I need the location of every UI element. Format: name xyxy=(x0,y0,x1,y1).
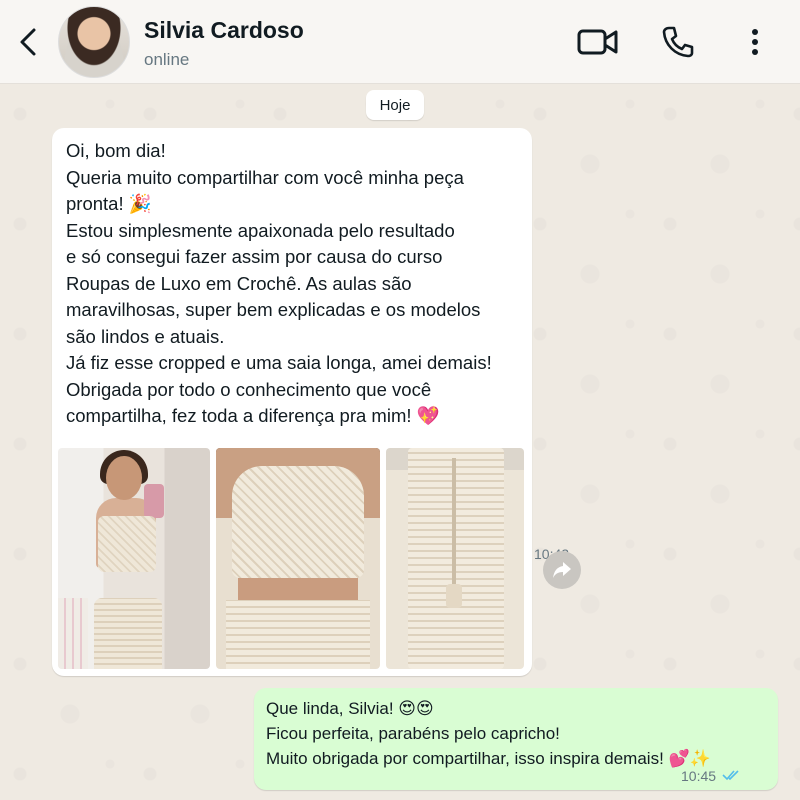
message-line: Que linda, Silvia! 😍😍 xyxy=(266,699,434,718)
message-line: pronta! 🎉 xyxy=(66,193,152,214)
forward-button[interactable] xyxy=(543,551,581,589)
video-call-button[interactable] xyxy=(574,22,622,62)
forward-icon xyxy=(553,562,571,578)
outgoing-message-text: Que linda, Silvia! 😍😍 Ficou perfeita, pa… xyxy=(266,696,776,771)
message-line: compartilha, fez toda a diferença pra mi… xyxy=(66,405,440,426)
back-arrow-icon xyxy=(20,28,36,56)
chat-header: Silvia Cardoso online xyxy=(0,0,800,84)
crochet-long-skirt-photo[interactable] xyxy=(386,448,524,669)
outgoing-message-time: 10:45 xyxy=(681,768,717,784)
read-ticks-icon xyxy=(722,770,739,781)
contact-status: online xyxy=(144,50,190,69)
message-line: Queria muito compartilhar com você minha… xyxy=(66,166,464,188)
date-separator: Hoje xyxy=(366,90,424,120)
message-line: Roupas de Luxo em Crochê. As aulas são xyxy=(66,272,412,294)
outgoing-message-bubble[interactable]: Que linda, Silvia! 😍😍 Ficou perfeita, pa… xyxy=(254,688,778,790)
phone-icon xyxy=(662,26,694,58)
contact-name[interactable]: Silvia Cardoso xyxy=(144,17,304,44)
message-line: e só consegui fazer assim por causa do c… xyxy=(66,246,443,267)
message-line: são lindos e atuais. xyxy=(66,325,225,347)
video-call-icon xyxy=(577,29,618,55)
incoming-message-bubble[interactable]: Oi, bom dia! Queria muito compartilhar c… xyxy=(52,128,569,676)
message-line: Ficou perfeita, parabéns pelo capricho! xyxy=(266,724,560,743)
contact-avatar[interactable] xyxy=(58,6,130,78)
message-line: Obrigada por todo o conhecimento que voc… xyxy=(66,378,432,400)
message-line: maravilhosas, super bem explicadas e os … xyxy=(66,299,481,320)
mirror-selfie-crochet-outfit-photo[interactable] xyxy=(58,448,210,669)
message-line: Já fiz esse cropped e uma saia longa, am… xyxy=(66,352,492,373)
message-line: Estou simplesmente apaixonada pelo resul… xyxy=(66,219,455,241)
message-line: Oi, bom dia! xyxy=(66,140,166,161)
more-options-button[interactable] xyxy=(740,20,770,64)
more-vertical-icon xyxy=(752,29,758,55)
incoming-message-text: Oi, bom dia! Queria muito compartilhar c… xyxy=(66,138,526,430)
back-button[interactable] xyxy=(12,22,44,62)
voice-call-button[interactable] xyxy=(656,20,700,64)
crochet-cropped-top-photo[interactable] xyxy=(216,448,380,669)
